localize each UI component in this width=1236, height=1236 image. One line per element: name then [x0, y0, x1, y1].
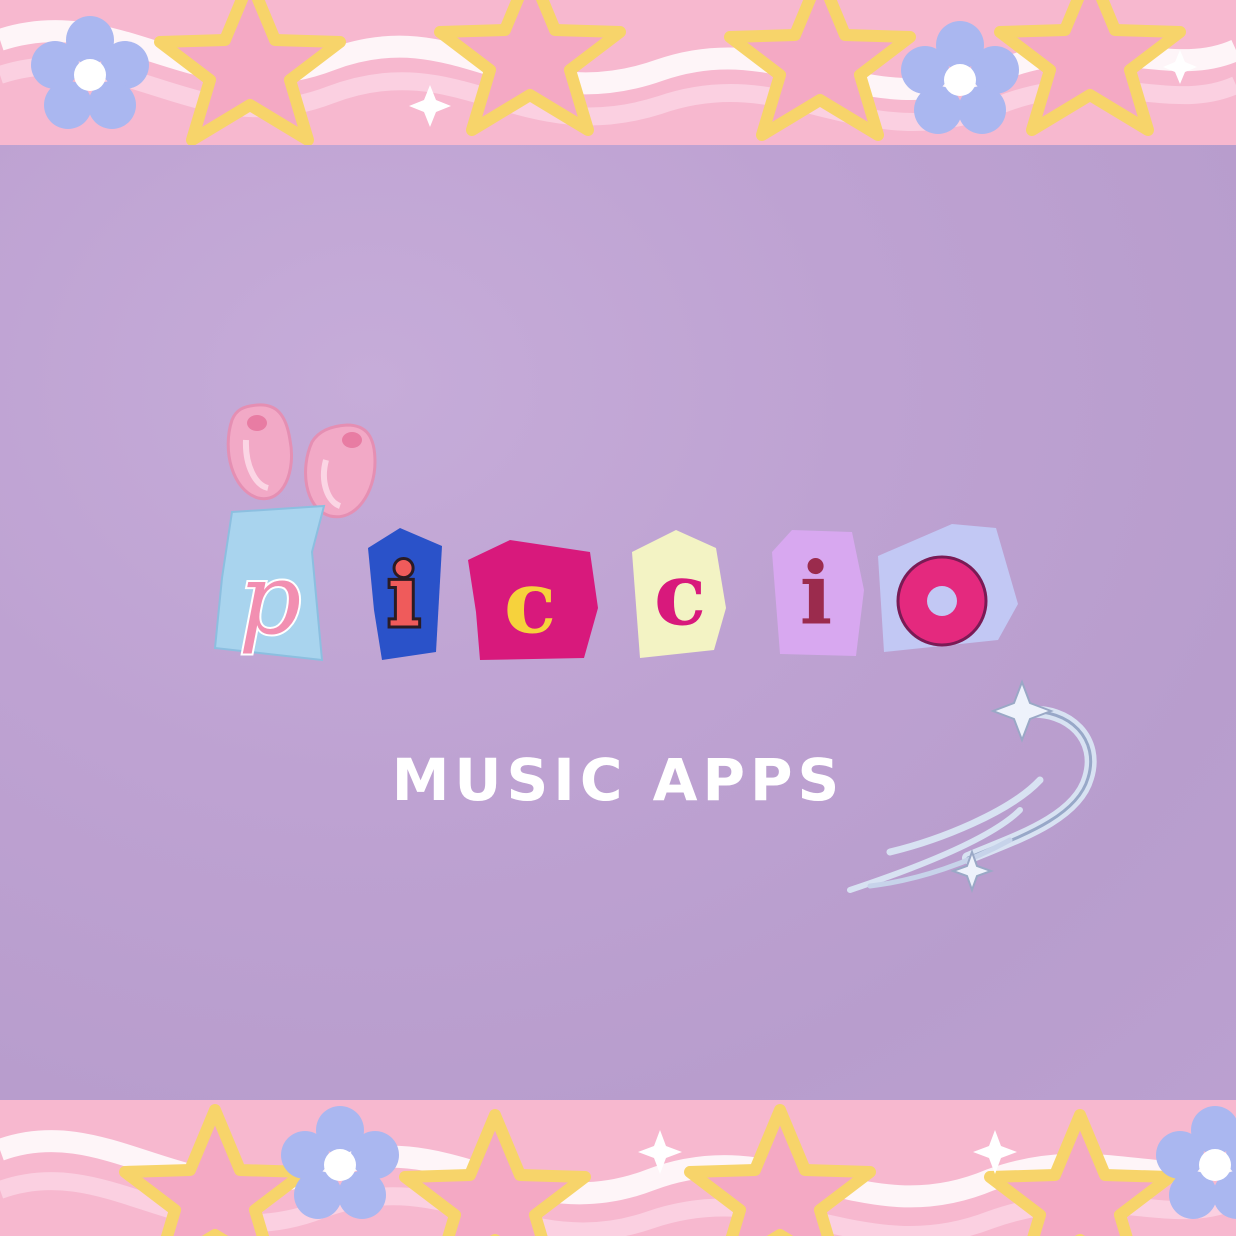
logo-letter-i: i	[800, 544, 833, 645]
logo-letter-c: c	[504, 553, 556, 654]
piccio-logo: p i c c i o	[213, 403, 1097, 893]
logo-letter-p: p	[239, 543, 302, 657]
logo-tile-o: o	[878, 524, 1018, 652]
bottom-band-art	[0, 1100, 1236, 1236]
cover-page: p i c c i o	[0, 0, 1236, 1236]
logo-tile-c: c	[632, 530, 726, 658]
logo-tile-i: i	[772, 530, 864, 656]
logo-letter-i: i	[388, 546, 421, 647]
logo-letter-c: c	[654, 545, 706, 646]
bottom-decorative-band	[0, 1100, 1236, 1236]
logo-tile-c: c	[468, 540, 598, 660]
logo-tile-i: i	[368, 528, 442, 660]
logo-tile-p: p	[213, 504, 326, 662]
subtitle: MUSIC APPS	[391, 746, 845, 814]
bunny-ears-icon	[226, 403, 377, 519]
